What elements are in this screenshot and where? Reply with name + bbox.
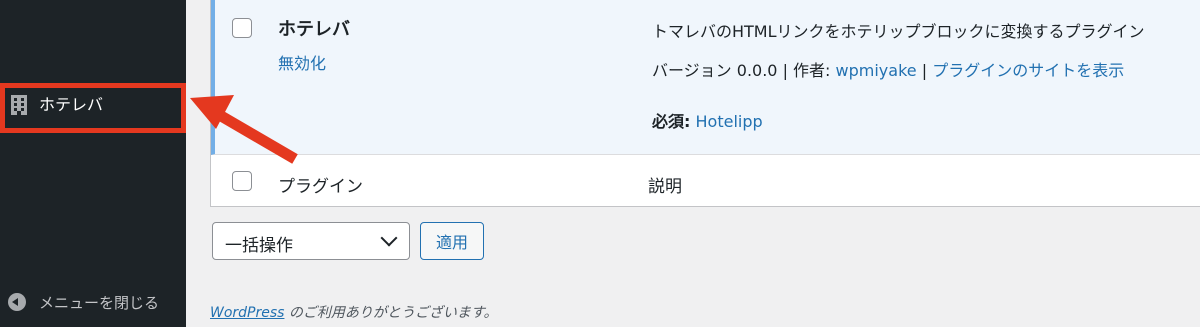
bulk-actions-select[interactable]: 一括操作 bbox=[212, 222, 410, 260]
plugin-name: ホテレバ bbox=[278, 19, 350, 40]
required-plugin-link[interactable]: Hotelipp bbox=[696, 112, 763, 131]
highlight-box bbox=[0, 83, 186, 133]
column-header-plugin[interactable]: プラグイン bbox=[278, 172, 363, 197]
author-link[interactable]: wpmiyake bbox=[836, 61, 917, 80]
arrow-annotation-icon bbox=[190, 95, 298, 164]
plugin-description: トマレバのHTMLリンクをホテリップブロックに変換するプラグイン bbox=[652, 22, 1145, 41]
chevron-down-icon bbox=[380, 229, 398, 247]
bulk-actions-selected: 一括操作 bbox=[225, 236, 293, 256]
version-label: バージョン 0.0.0 | 作者: bbox=[652, 61, 836, 80]
apply-button[interactable]: 適用 bbox=[420, 222, 484, 260]
collapse-menu-button[interactable]: メニューを閉じる bbox=[8, 290, 159, 314]
plugin-meta: バージョン 0.0.0 | 作者: wpmiyake | プラグインのサイトを表… bbox=[652, 57, 1124, 81]
plugins-table: ホテレバ 無効化 トマレバのHTMLリンクをホテリップブロックに変換するプラグイ… bbox=[210, 0, 1200, 207]
footer-thanks: WordPress のご利用ありがとうございます。 bbox=[210, 302, 498, 322]
deactivate-link[interactable]: 無効化 bbox=[278, 50, 326, 74]
meta-separator: | bbox=[916, 61, 933, 80]
required-plugins: 必須: Hotelipp bbox=[652, 108, 763, 132]
thanks-text: のご利用ありがとうございます。 bbox=[284, 305, 498, 321]
plugin-site-link[interactable]: プラグインのサイトを表示 bbox=[932, 61, 1124, 80]
table-footer-row: プラグイン 説明 bbox=[211, 156, 1200, 206]
column-header-description: 説明 bbox=[648, 177, 682, 197]
plugin-checkbox[interactable] bbox=[232, 18, 252, 38]
collapse-arrow-icon bbox=[8, 293, 26, 311]
wordpress-link[interactable]: WordPress bbox=[210, 305, 284, 321]
admin-sidebar: ホテレバ メニューを閉じる bbox=[0, 0, 186, 327]
required-label: 必須: bbox=[652, 112, 691, 131]
collapse-menu-label: メニューを閉じる bbox=[39, 293, 160, 312]
plugin-row-active: ホテレバ 無効化 トマレバのHTMLリンクをホテリップブロックに変換するプラグイ… bbox=[211, 0, 1200, 155]
